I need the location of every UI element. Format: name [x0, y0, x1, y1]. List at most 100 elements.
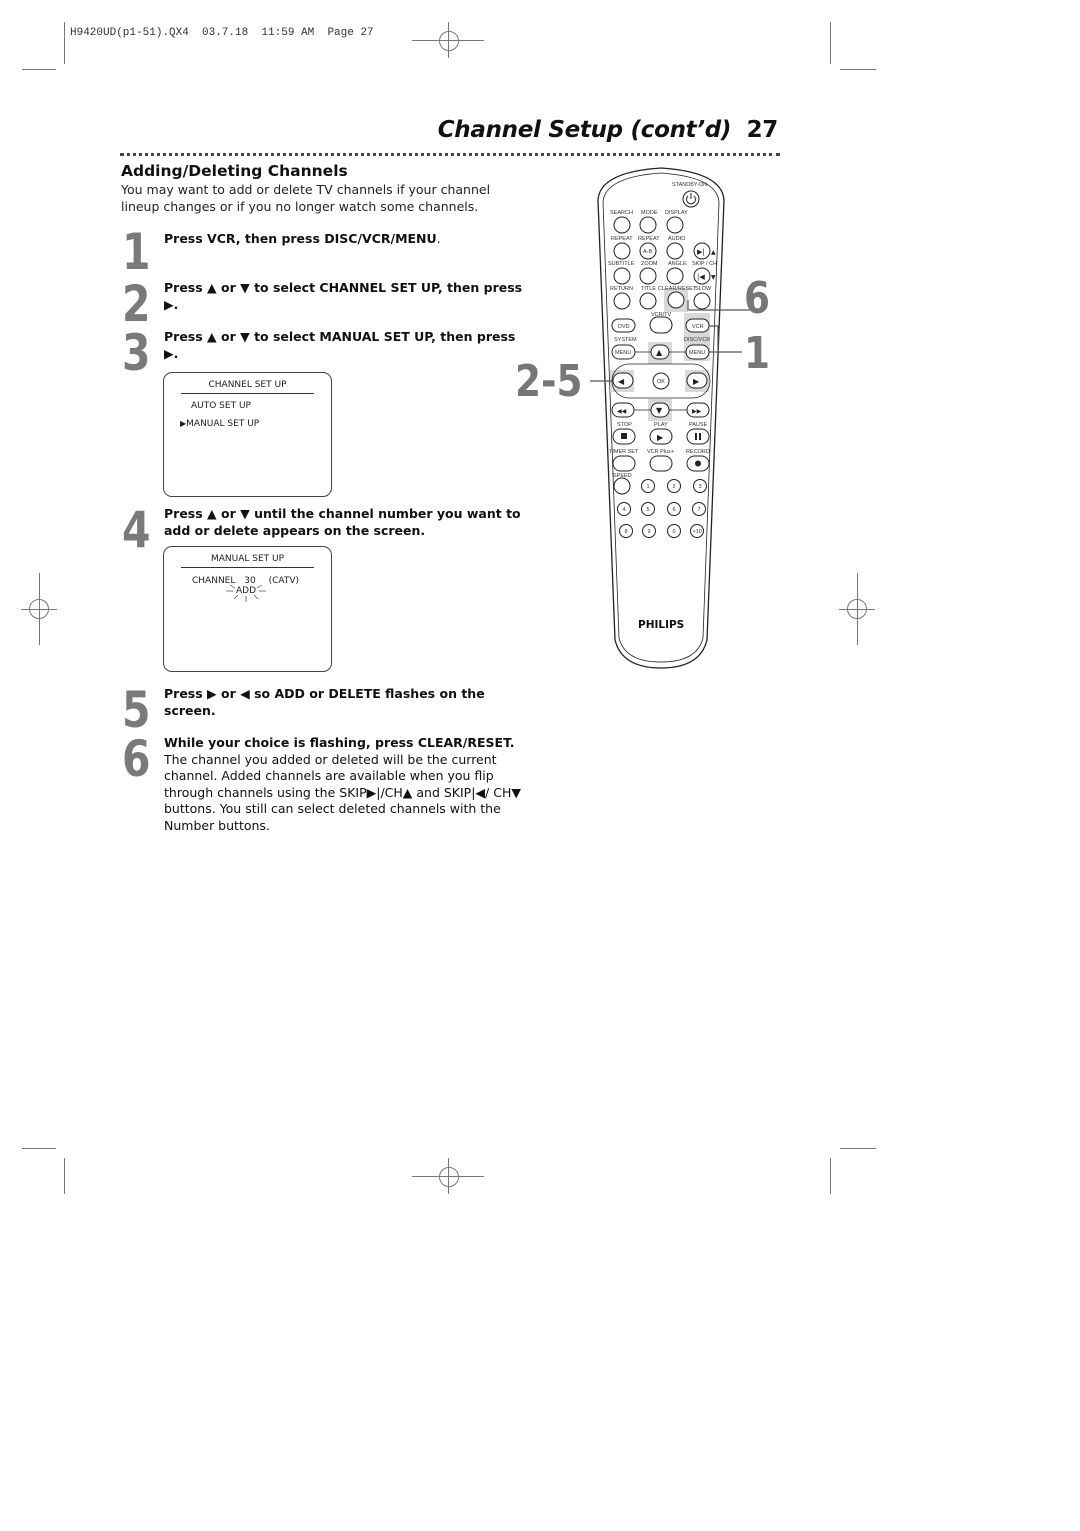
vcr-plus-button[interactable]	[649, 455, 673, 472]
slow-button[interactable]	[693, 292, 711, 310]
pause-button[interactable]	[686, 428, 710, 445]
angle-button[interactable]	[666, 267, 684, 285]
crop-mark	[22, 69, 56, 70]
step-number: 4	[122, 501, 151, 559]
vcr-tv-button[interactable]	[649, 316, 673, 334]
speed-button[interactable]	[613, 477, 631, 495]
step-1-text: Press VCR, then press DISC/VCR/MENU.	[164, 231, 529, 248]
display-button[interactable]	[666, 216, 684, 234]
label-menu-disc: MENU	[689, 350, 705, 356]
pause-icon	[695, 433, 697, 440]
repeat-button[interactable]	[613, 242, 631, 260]
step-number: 2	[122, 275, 151, 333]
return-button[interactable]	[613, 292, 631, 310]
audio-button[interactable]	[666, 242, 684, 260]
section-intro: You may want to add or delete TV channel…	[121, 182, 491, 214]
record-icon	[695, 460, 701, 467]
label-menu-system: MENU	[615, 350, 631, 356]
svg-text:6: 6	[673, 507, 676, 513]
mode-button[interactable]	[639, 216, 657, 234]
step-3-text: Press ▲ or ▼ to select MANUAL SET UP, th…	[164, 329, 529, 362]
title-button[interactable]	[639, 292, 657, 310]
label-stop: STOP	[617, 422, 632, 428]
svg-text:0: 0	[673, 529, 676, 535]
clear-reset-button[interactable]	[667, 291, 685, 309]
step-6-bold: While your choice is flashing, press CLE…	[164, 735, 515, 750]
label-play: PLAY	[654, 422, 668, 428]
remote-control-illustration: STANDBY-ON SEARCH MODE DISPLAY REPEAT RE…	[590, 167, 750, 669]
label-ok: OK	[657, 379, 665, 385]
crop-mark	[840, 1148, 876, 1149]
page-title: Channel Setup (cont’d)	[437, 117, 732, 143]
registration-mark	[29, 599, 49, 619]
print-slug: H9420UD(p1-51).QX4 03.7.18 11:59 AM Page…	[70, 27, 374, 39]
step-4-bold: Press ▲ or ▼ until the channel number yo…	[164, 506, 521, 538]
osd-item-manual-setup: ▶MANUAL SET UP	[180, 419, 331, 429]
label-record: RECORD	[686, 449, 710, 455]
crop-mark	[830, 1158, 831, 1194]
callout-1: 1	[744, 328, 771, 379]
label-angle: ANGLE	[668, 261, 687, 267]
step-number: 1	[122, 223, 151, 281]
up-arrow-icon: ▲	[656, 348, 663, 357]
osd-item-auto-setup: AUTO SET UP	[191, 401, 251, 411]
zoom-button[interactable]	[639, 267, 657, 285]
label-return: RETURN	[610, 286, 633, 292]
label-disc-vcr: DISC/VCR	[684, 337, 710, 343]
svg-text:9: 9	[648, 529, 651, 535]
step-5-bold: Press ▶ or ◀ so ADD or DELETE flashes on…	[164, 686, 485, 718]
label-subtitle: SUBTITLE	[608, 261, 635, 267]
label-skip-ch: SKIP / CH	[692, 261, 717, 267]
svg-text:7: 7	[698, 507, 701, 513]
osd-screen-manual-setup: MANUAL SET UP CHANNEL 30 (CATV) ADD	[163, 546, 332, 672]
osd-title: MANUAL SET UP	[181, 554, 314, 568]
stop-icon	[621, 433, 627, 439]
registration-mark	[439, 1167, 459, 1187]
osd-title: CHANNEL SET UP	[181, 380, 314, 394]
label-dvd: DVD	[618, 324, 630, 330]
label-display: DISPLAY	[665, 210, 688, 216]
step-4-text: Press ▲ or ▼ until the channel number yo…	[164, 506, 529, 539]
crop-mark	[64, 22, 65, 64]
search-button[interactable]	[613, 216, 631, 234]
ch-down-icon: ▼	[711, 274, 716, 281]
label-mode: MODE	[641, 210, 658, 216]
skip-next-icon: ▶|	[697, 248, 705, 256]
svg-text:+10: +10	[693, 529, 702, 535]
registration-mark	[847, 599, 867, 619]
label-clear-reset: CLEAR/RESET	[658, 286, 697, 292]
page-header: Channel Setup (cont’d) 27	[437, 117, 779, 143]
label-title: TITLE	[641, 286, 656, 292]
philips-logo: PHILIPS	[638, 619, 684, 631]
crop-mark	[830, 22, 831, 64]
fast-forward-icon: ▶▶	[692, 408, 702, 415]
step-2-bold: Press ▲ or ▼ to select CHANNEL SET UP, t…	[164, 280, 523, 312]
step-2-text: Press ▲ or ▼ to select CHANNEL SET UP, t…	[164, 280, 529, 313]
osd-screen-channel-setup: CHANNEL SET UP AUTO SET UP ▶MANUAL SET U…	[163, 372, 332, 497]
step-number: 6	[122, 730, 151, 788]
callout-6: 6	[744, 273, 771, 324]
down-arrow-icon: ▼	[656, 406, 663, 415]
svg-text:5: 5	[647, 507, 650, 513]
timer-set-button[interactable]	[612, 455, 636, 472]
label-audio: AUDIO	[668, 236, 686, 242]
flash-rays-icon	[226, 584, 266, 602]
callout-2-5: 2-5	[515, 356, 583, 407]
dotted-divider	[120, 153, 780, 156]
label-vcr-plus: VCR Plus+	[647, 449, 674, 455]
section-heading: Adding/Deleting Channels	[121, 162, 348, 180]
right-arrow-icon: ▶	[693, 377, 700, 386]
label-timer-set: TIMER SET	[609, 449, 639, 455]
step-6-text: While your choice is flashing, press CLE…	[164, 735, 529, 834]
subtitle-button[interactable]	[613, 267, 631, 285]
crop-mark	[22, 1148, 56, 1149]
step-3-bold: Press ▲ or ▼ to select MANUAL SET UP, th…	[164, 329, 516, 361]
label-ab: A-B	[643, 249, 653, 255]
svg-text:2: 2	[673, 484, 676, 490]
step-1-end: .	[436, 231, 441, 246]
label-repeat: REPEAT	[611, 236, 633, 242]
rewind-icon: ◀◀	[617, 408, 627, 415]
play-icon: ▶	[657, 433, 664, 442]
crop-mark	[840, 69, 876, 70]
label-slow: SLOW	[695, 286, 712, 292]
